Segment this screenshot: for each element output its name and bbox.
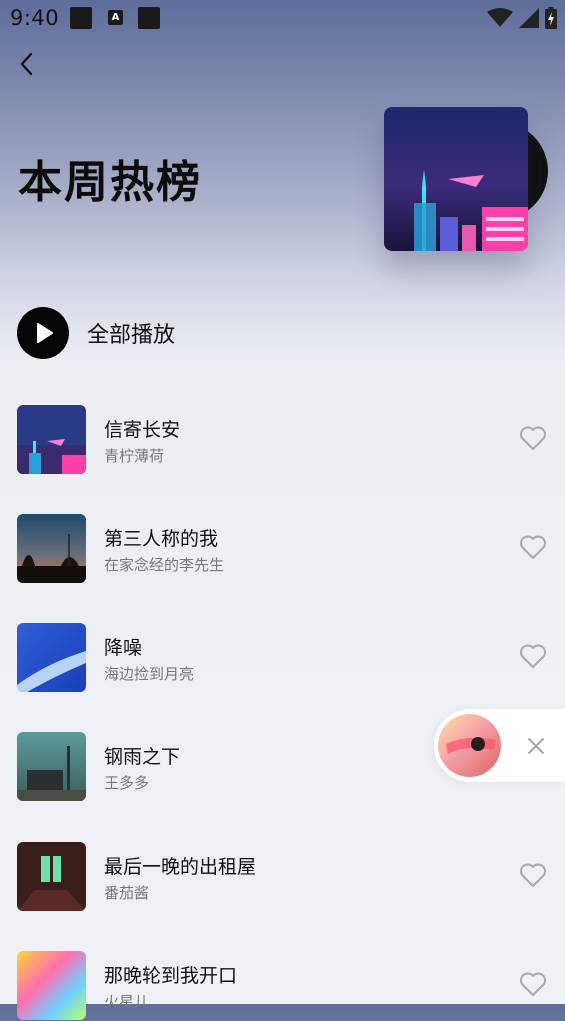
song-title: 那晚轮到我开口 <box>104 965 238 987</box>
song-cover <box>17 842 86 911</box>
song-title: 钢雨之下 <box>104 746 181 768</box>
list-item[interactable]: 降噪 海边捡到月亮 <box>17 623 557 693</box>
song-title: 第三人称的我 <box>104 528 219 550</box>
status-bar: 9:40 A <box>0 0 565 36</box>
song-artist: 王多多 <box>104 774 150 792</box>
song-title: 信寄长安 <box>104 419 181 441</box>
status-icons <box>487 7 557 29</box>
battery-icon <box>545 7 557 29</box>
heart-icon[interactable] <box>519 534 547 560</box>
song-title: 最后一晚的出租屋 <box>104 856 257 878</box>
page-title: 本周热榜 <box>18 157 202 208</box>
song-cover <box>17 514 86 583</box>
signal-icon <box>519 8 539 28</box>
playlist-cover <box>384 107 528 251</box>
heart-icon[interactable] <box>519 862 547 888</box>
song-artist: 海边捡到月亮 <box>104 665 195 683</box>
back-arrow-icon[interactable] <box>14 50 42 78</box>
play-icon[interactable] <box>17 307 69 359</box>
song-artist: 番茄酱 <box>104 884 150 902</box>
mini-player-cover[interactable] <box>438 714 501 777</box>
heart-icon[interactable] <box>519 971 547 997</box>
list-item[interactable]: 那晚轮到我开口 火星儿 <box>17 951 557 1021</box>
song-artist: 火星儿 <box>104 993 150 1011</box>
a-badge-icon: A <box>108 10 123 25</box>
mini-player[interactable] <box>434 709 565 782</box>
notification-icon <box>70 7 92 29</box>
song-cover <box>17 732 86 801</box>
heart-icon[interactable] <box>519 643 547 669</box>
song-cover <box>17 405 86 474</box>
list-item[interactable]: 信寄长安 青柠薄荷 <box>17 405 557 475</box>
song-artist: 在家念经的李先生 <box>104 556 225 574</box>
song-title: 降噪 <box>104 637 143 659</box>
wifi-icon <box>487 8 513 27</box>
status-time: 9:40 <box>10 6 60 30</box>
heart-icon[interactable] <box>519 425 547 451</box>
play-all-button[interactable]: 全部播放 <box>17 307 175 359</box>
notification-icon <box>138 7 160 29</box>
list-item[interactable]: 第三人称的我 在家念经的李先生 <box>17 514 557 584</box>
song-artist: 青柠薄荷 <box>104 447 165 465</box>
song-cover <box>17 951 86 1020</box>
close-icon[interactable] <box>527 737 545 755</box>
list-item[interactable]: 最后一晚的出租屋 番茄酱 <box>17 842 557 912</box>
song-cover <box>17 623 86 692</box>
play-all-label: 全部播放 <box>87 323 176 348</box>
